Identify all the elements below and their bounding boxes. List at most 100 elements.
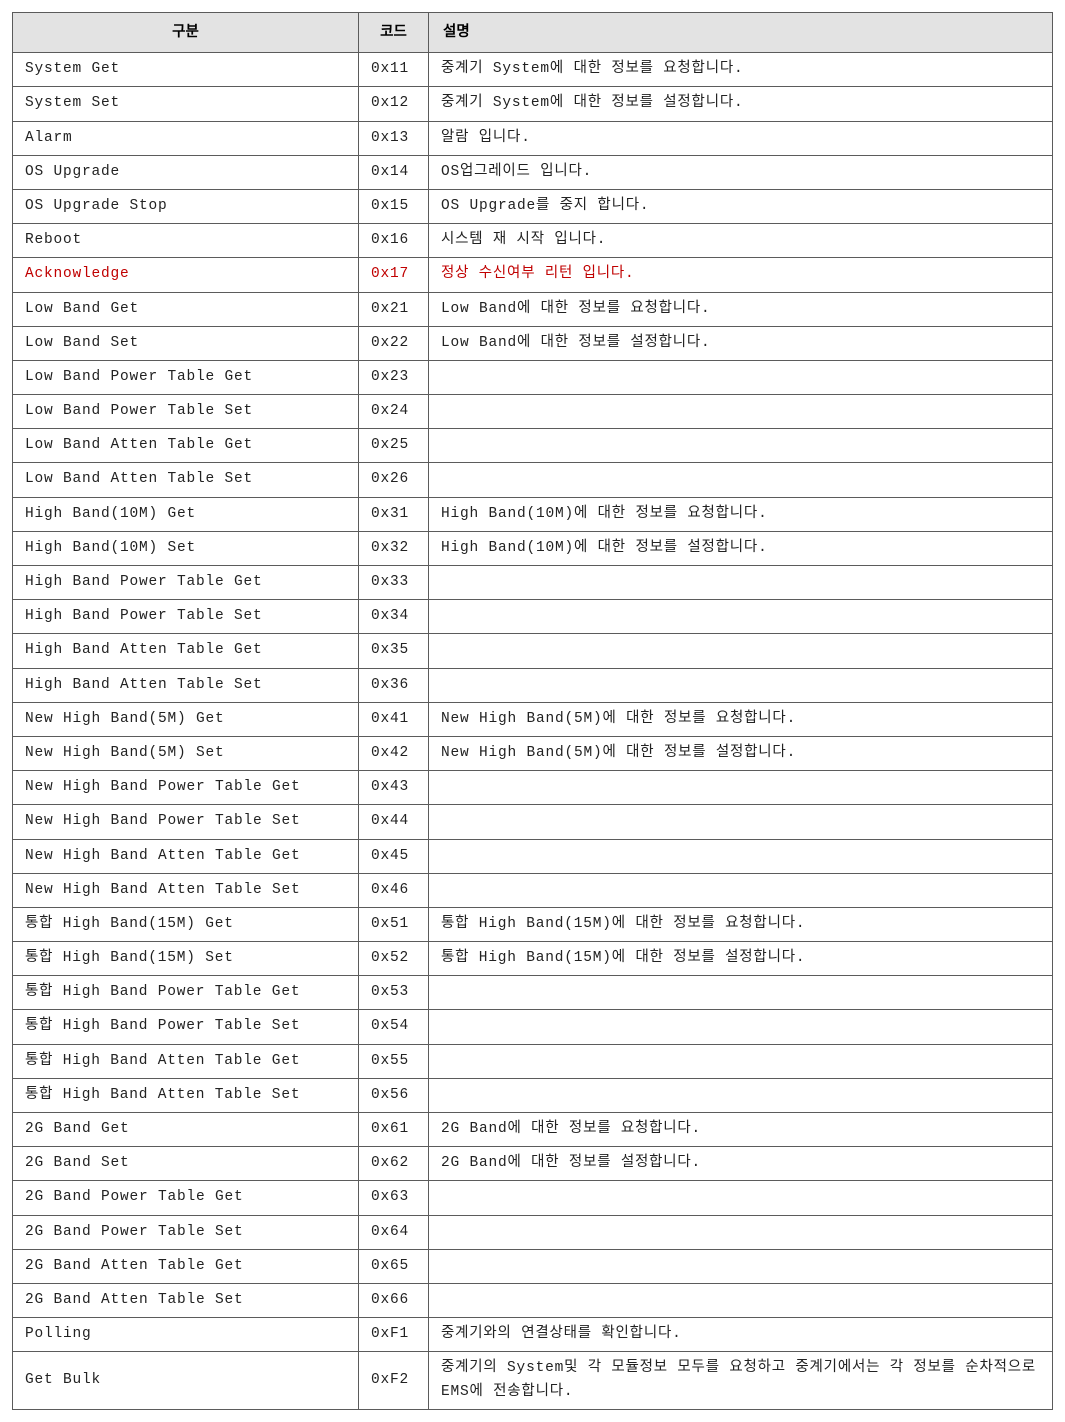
cell-gubun: 2G Band Set	[13, 1147, 359, 1181]
page: 구분 코드 설명 System Get0x11중계기 System에 대한 정보…	[0, 0, 1065, 1422]
cell-desc: 시스템 재 시작 입니다.	[429, 224, 1053, 258]
cell-code: 0x25	[359, 429, 429, 463]
cell-gubun: 통합 High Band Atten Table Get	[13, 1044, 359, 1078]
table-row: New High Band(5M) Set0x42New High Band(5…	[13, 736, 1053, 770]
cell-code: 0x55	[359, 1044, 429, 1078]
cell-gubun: 2G Band Atten Table Get	[13, 1249, 359, 1283]
table-row: Low Band Set0x22Low Band에 대한 정보를 설정합니다.	[13, 326, 1053, 360]
cell-code: 0x24	[359, 395, 429, 429]
table-row: Polling0xF1중계기와의 연결상태를 확인합니다.	[13, 1318, 1053, 1352]
table-row: 2G Band Get0x612G Band에 대한 정보를 요청합니다.	[13, 1113, 1053, 1147]
table-row: Alarm0x13알람 입니다.	[13, 121, 1053, 155]
spec-table: 구분 코드 설명 System Get0x11중계기 System에 대한 정보…	[12, 12, 1053, 1410]
table-row: System Get0x11중계기 System에 대한 정보를 요청합니다.	[13, 53, 1053, 87]
cell-gubun: Low Band Power Table Get	[13, 360, 359, 394]
cell-desc: 중계기와의 연결상태를 확인합니다.	[429, 1318, 1053, 1352]
cell-code: 0x61	[359, 1113, 429, 1147]
table-row: 통합 High Band Atten Table Set0x56	[13, 1078, 1053, 1112]
cell-gubun: System Set	[13, 87, 359, 121]
table-row: 2G Band Power Table Get0x63	[13, 1181, 1053, 1215]
cell-code: 0x43	[359, 771, 429, 805]
cell-code: 0x17	[359, 258, 429, 292]
cell-desc: 정상 수신여부 리턴 입니다.	[429, 258, 1053, 292]
cell-desc	[429, 805, 1053, 839]
cell-code: 0x62	[359, 1147, 429, 1181]
cell-code: 0x46	[359, 873, 429, 907]
cell-desc	[429, 1078, 1053, 1112]
cell-gubun: 통합 High Band Power Table Set	[13, 1010, 359, 1044]
cell-desc: Low Band에 대한 정보를 설정합니다.	[429, 326, 1053, 360]
table-row: OS Upgrade0x14OS업그레이드 입니다.	[13, 155, 1053, 189]
cell-gubun: 2G Band Atten Table Set	[13, 1283, 359, 1317]
cell-gubun: High Band Atten Table Set	[13, 668, 359, 702]
cell-desc	[429, 1181, 1053, 1215]
table-row: 2G Band Power Table Set0x64	[13, 1215, 1053, 1249]
cell-code: 0x21	[359, 292, 429, 326]
cell-code: 0xF1	[359, 1318, 429, 1352]
cell-desc: High Band(10M)에 대한 정보를 설정합니다.	[429, 531, 1053, 565]
cell-code: 0x66	[359, 1283, 429, 1317]
cell-desc: New High Band(5M)에 대한 정보를 요청합니다.	[429, 702, 1053, 736]
cell-code: 0x45	[359, 839, 429, 873]
cell-code: 0x36	[359, 668, 429, 702]
table-row: High Band Atten Table Set0x36	[13, 668, 1053, 702]
cell-desc: OS Upgrade를 중지 합니다.	[429, 189, 1053, 223]
cell-code: 0x32	[359, 531, 429, 565]
table-row: High Band Power Table Set0x34	[13, 600, 1053, 634]
cell-code: 0x16	[359, 224, 429, 258]
cell-desc: 2G Band에 대한 정보를 설정합니다.	[429, 1147, 1053, 1181]
cell-desc: 중계기 System에 대한 정보를 설정합니다.	[429, 87, 1053, 121]
cell-desc	[429, 976, 1053, 1010]
cell-gubun: 2G Band Power Table Set	[13, 1215, 359, 1249]
cell-desc: High Band(10M)에 대한 정보를 요청합니다.	[429, 497, 1053, 531]
table-row: New High Band Power Table Get0x43	[13, 771, 1053, 805]
cell-gubun: 통합 High Band Power Table Get	[13, 976, 359, 1010]
cell-desc: OS업그레이드 입니다.	[429, 155, 1053, 189]
table-row: Reboot0x16시스템 재 시작 입니다.	[13, 224, 1053, 258]
cell-desc	[429, 395, 1053, 429]
table-row: 2G Band Atten Table Set0x66	[13, 1283, 1053, 1317]
cell-code: 0x33	[359, 566, 429, 600]
cell-gubun: Low Band Get	[13, 292, 359, 326]
cell-gubun: Low Band Power Table Set	[13, 395, 359, 429]
cell-desc	[429, 1283, 1053, 1317]
cell-gubun: High Band(10M) Get	[13, 497, 359, 531]
table-head: 구분 코드 설명	[13, 13, 1053, 53]
cell-code: 0x42	[359, 736, 429, 770]
cell-desc: 중계기의 System및 각 모듈정보 모두를 요청하고 중계기에서는 각 정보…	[429, 1352, 1053, 1409]
cell-code: 0x56	[359, 1078, 429, 1112]
table-row: High Band(10M) Set0x32High Band(10M)에 대한…	[13, 531, 1053, 565]
cell-gubun: OS Upgrade Stop	[13, 189, 359, 223]
cell-gubun: 2G Band Get	[13, 1113, 359, 1147]
table-row: Low Band Atten Table Get0x25	[13, 429, 1053, 463]
cell-gubun: Low Band Atten Table Set	[13, 463, 359, 497]
cell-code: 0x31	[359, 497, 429, 531]
header-gubun: 구분	[13, 13, 359, 53]
table-row: Low Band Get0x21Low Band에 대한 정보를 요청합니다.	[13, 292, 1053, 326]
cell-desc	[429, 873, 1053, 907]
table-row: 2G Band Atten Table Get0x65	[13, 1249, 1053, 1283]
cell-code: 0x13	[359, 121, 429, 155]
table-row: New High Band Atten Table Get0x45	[13, 839, 1053, 873]
cell-code: 0xF2	[359, 1352, 429, 1409]
cell-desc: 통합 High Band(15M)에 대한 정보를 설정합니다.	[429, 942, 1053, 976]
cell-gubun: Acknowledge	[13, 258, 359, 292]
cell-gubun: Polling	[13, 1318, 359, 1352]
cell-gubun: Low Band Set	[13, 326, 359, 360]
cell-code: 0x64	[359, 1215, 429, 1249]
cell-gubun: New High Band Power Table Set	[13, 805, 359, 839]
cell-desc	[429, 1010, 1053, 1044]
table-row: 통합 High Band Power Table Get0x53	[13, 976, 1053, 1010]
table-row: 2G Band Set0x622G Band에 대한 정보를 설정합니다.	[13, 1147, 1053, 1181]
cell-desc	[429, 1249, 1053, 1283]
cell-gubun: High Band(10M) Set	[13, 531, 359, 565]
cell-code: 0x53	[359, 976, 429, 1010]
table-row: Low Band Power Table Get0x23	[13, 360, 1053, 394]
cell-code: 0x63	[359, 1181, 429, 1215]
cell-desc	[429, 463, 1053, 497]
cell-code: 0x35	[359, 634, 429, 668]
cell-desc	[429, 634, 1053, 668]
cell-code: 0x23	[359, 360, 429, 394]
table-row: OS Upgrade Stop0x15OS Upgrade를 중지 합니다.	[13, 189, 1053, 223]
cell-desc: 2G Band에 대한 정보를 요청합니다.	[429, 1113, 1053, 1147]
